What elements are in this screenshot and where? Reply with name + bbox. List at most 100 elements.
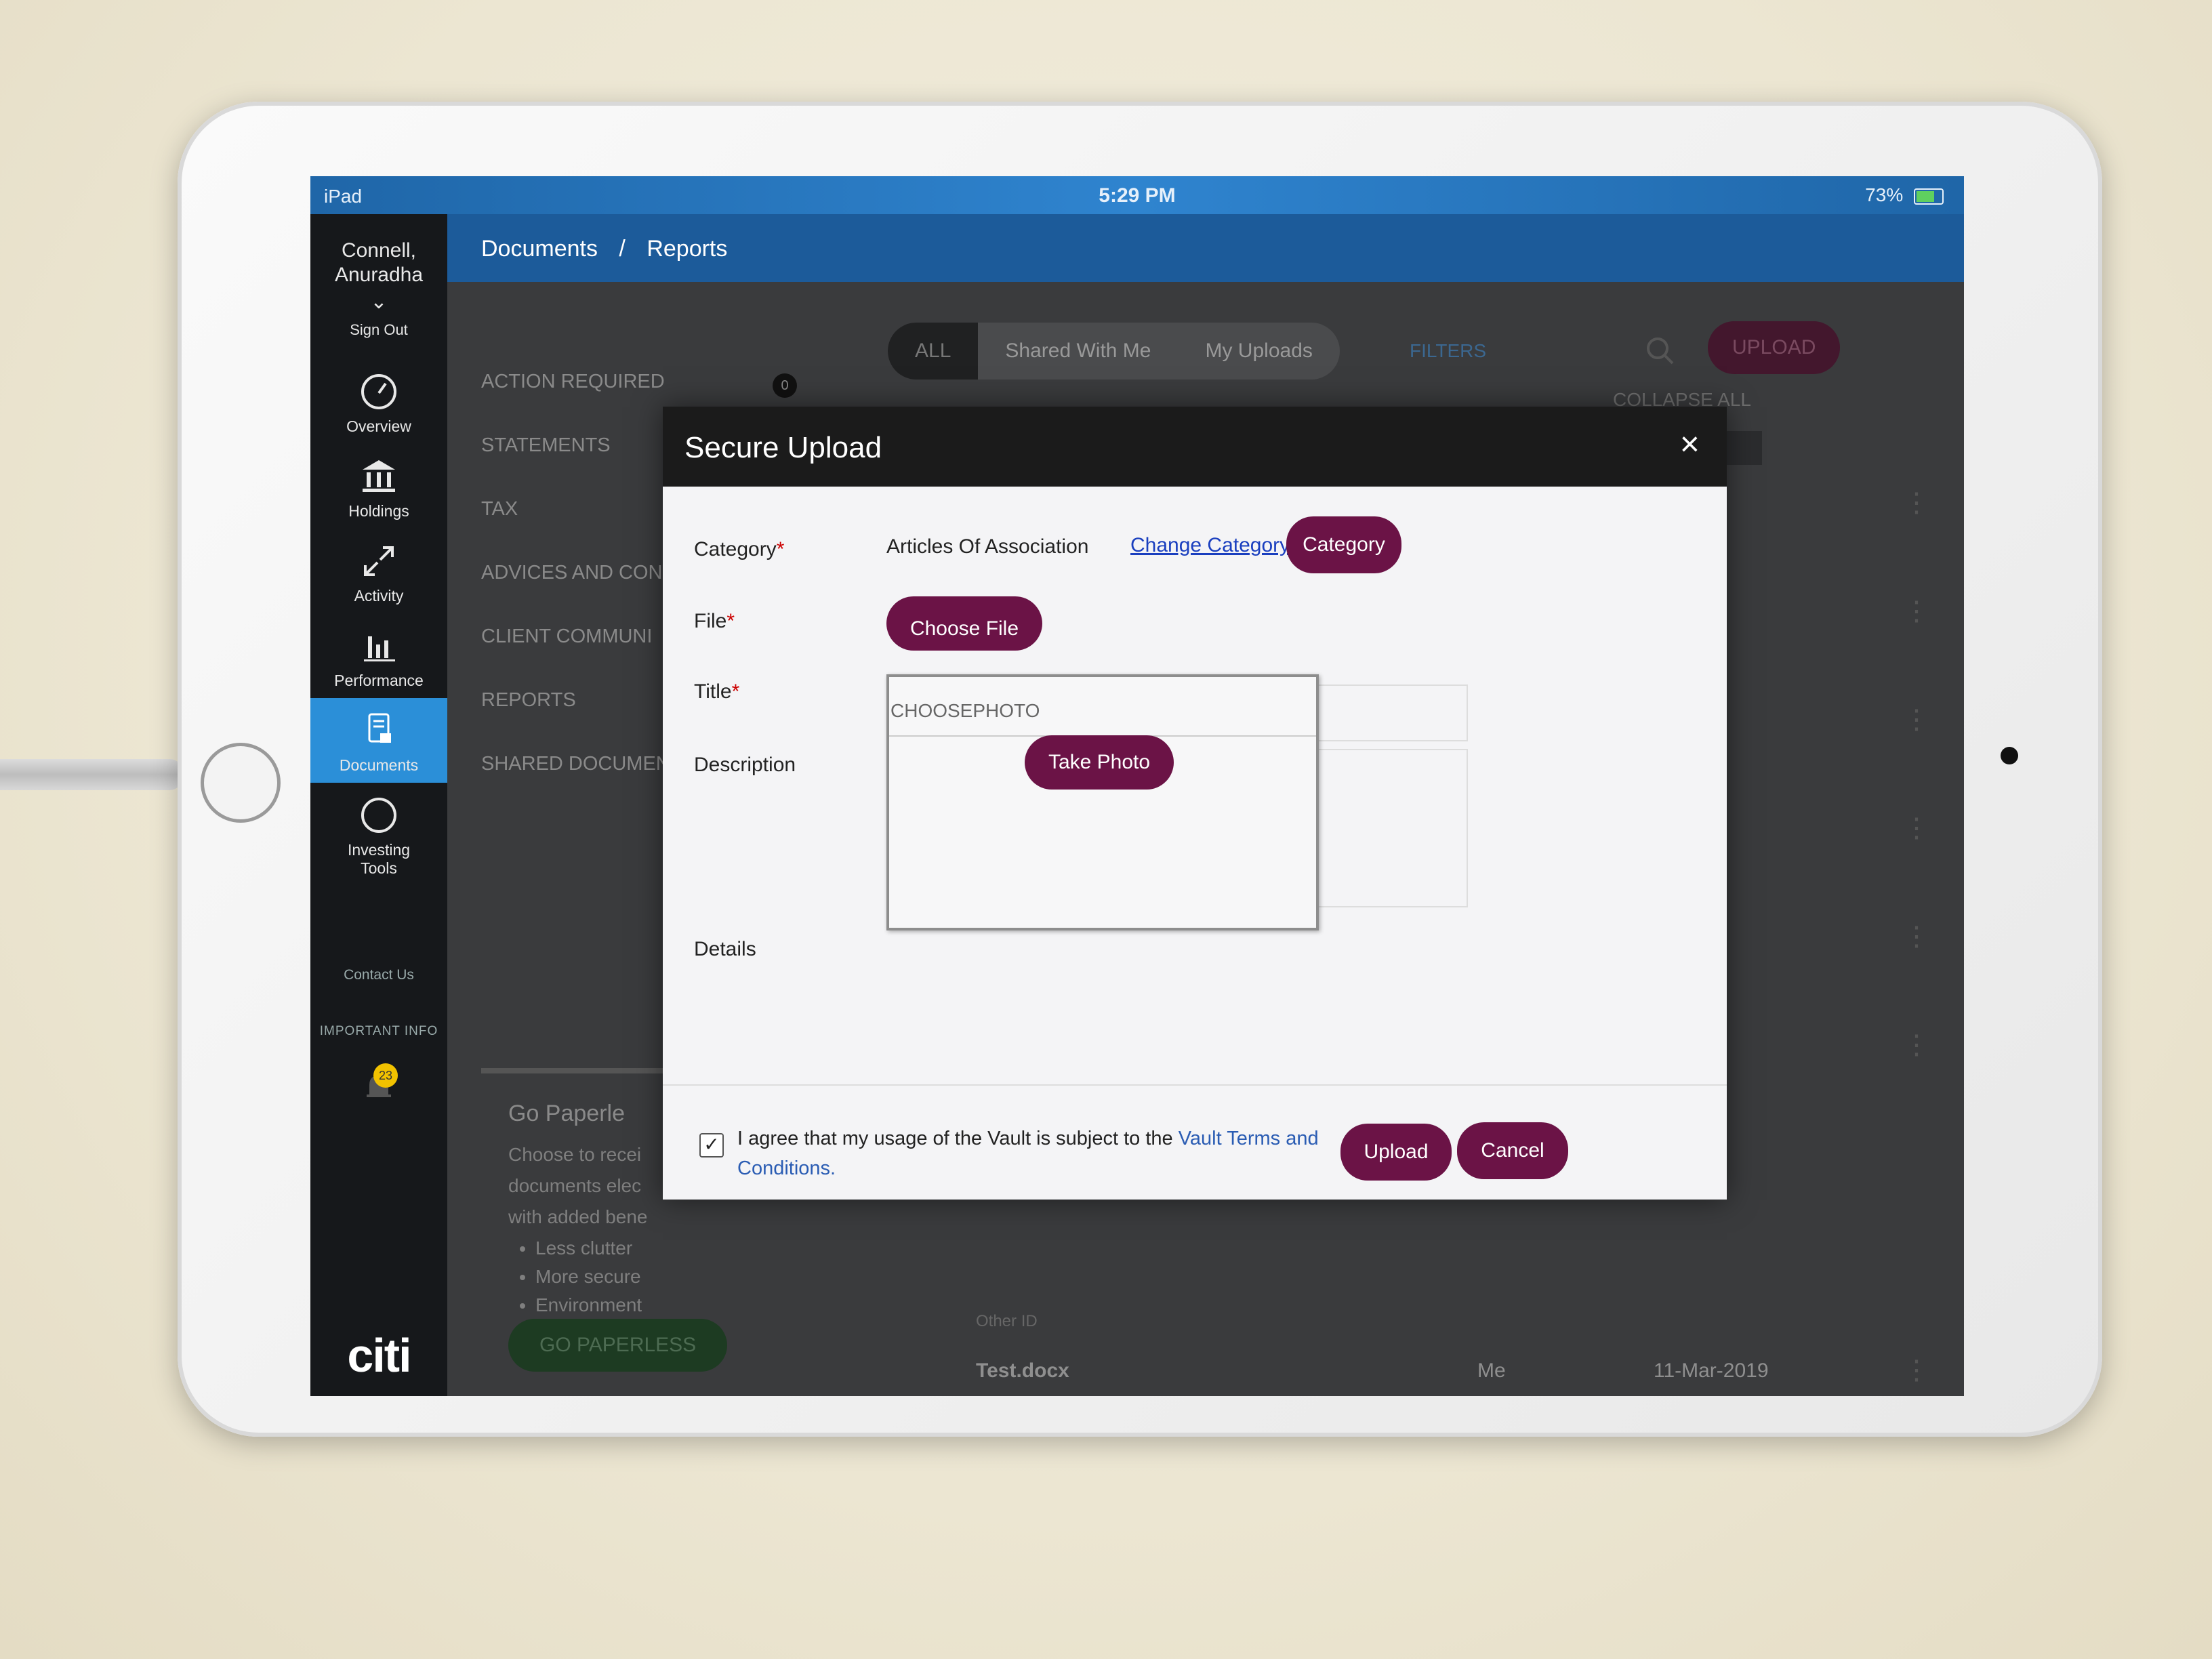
filters-link[interactable]: FILTERS: [1410, 340, 1486, 362]
sidebar-label-holdings: Holdings: [348, 502, 409, 520]
tab-shared-with-me[interactable]: Shared With Me: [978, 323, 1178, 380]
title-label-text: Title: [694, 680, 732, 703]
row-menu-icon[interactable]: ⋮: [1903, 923, 1930, 950]
paperless-benefit: Environment: [535, 1291, 888, 1319]
upload-button[interactable]: Upload: [1340, 1124, 1452, 1181]
status-bar: iPad 5:29 PM 73%: [310, 176, 1964, 214]
take-photo-button[interactable]: Take Photo: [1025, 735, 1174, 790]
battery-percent: 73%: [1865, 184, 1904, 205]
category-client-communications[interactable]: CLIENT COMMUNI: [481, 605, 670, 668]
document-filename[interactable]: Test.docx: [976, 1359, 1069, 1382]
document-date: 11-Mar-2019: [1654, 1359, 1769, 1382]
bank-icon: [363, 460, 395, 492]
sidebar-item-holdings[interactable]: Holdings: [310, 444, 447, 529]
breadcrumb-separator: /: [619, 236, 626, 262]
camera-icon: [2001, 747, 2018, 764]
notification-badge: 23: [373, 1063, 398, 1088]
close-icon[interactable]: ×: [1680, 424, 1700, 464]
sidebar-item-investing-tools[interactable]: Investing Tools: [310, 783, 447, 886]
category-reports[interactable]: REPORTS: [481, 668, 670, 732]
footer-divider: [663, 1084, 1727, 1086]
choose-photo-label: CHOOSEPHOTO: [890, 700, 1040, 721]
change-category-link[interactable]: Change Category: [1130, 534, 1290, 557]
document-owner: Me: [1477, 1359, 1506, 1382]
sidebar-label-tools: Tools: [361, 859, 397, 877]
screen: iPad 5:29 PM 73% Documents / Reports Con…: [310, 176, 1964, 1396]
terms-text: I agree that my usage of the Vault is su…: [737, 1124, 1334, 1183]
category-label-text: Category: [694, 538, 777, 560]
sidebar-item-performance[interactable]: Performance: [310, 613, 447, 698]
document-sub-id: test111: [976, 1393, 1027, 1396]
sidebar-item-overview[interactable]: Overview: [310, 359, 447, 444]
category-action-required[interactable]: ACTION REQUIRED: [481, 350, 670, 413]
paperless-benefit: Less clutter: [535, 1234, 888, 1263]
breadcrumb-reports: Reports: [647, 236, 728, 262]
details-label: Details: [694, 938, 756, 960]
category-list: ACTION REQUIRED STATEMENTS TAX ADVICES A…: [481, 350, 670, 796]
terms-period: .: [830, 1158, 836, 1179]
paperless-benefits: Less clutter More secure Environment: [535, 1234, 888, 1319]
sign-out-link[interactable]: Sign Out: [310, 321, 447, 339]
go-paperless-button[interactable]: GO PAPERLESS: [508, 1319, 728, 1372]
row-menu-icon[interactable]: ⋮: [1903, 815, 1930, 842]
contact-us-link[interactable]: Contact Us: [310, 967, 447, 983]
category-advices[interactable]: ADVICES AND CON: [481, 541, 670, 605]
other-id-label: Other ID: [976, 1312, 1038, 1330]
battery-status: 73%: [1865, 184, 1944, 206]
file-label: File*: [694, 610, 735, 633]
row-menu-icon[interactable]: ⋮: [1903, 706, 1930, 733]
charging-cable: [0, 759, 183, 790]
category-value: Articles Of Association: [886, 535, 1089, 558]
battery-icon: [1914, 188, 1944, 205]
sidebar-item-activity[interactable]: Activity: [310, 529, 447, 613]
user-name-first: Anuradha: [334, 264, 424, 286]
chevron-down-icon[interactable]: ⌄: [310, 290, 447, 314]
sidebar: Connell, Anuradha ⌄ Sign Out Overview Ho…: [310, 214, 447, 1396]
choose-photo-popover: CHOOSEPHOTO Take Photo: [886, 674, 1319, 930]
terms-checkbox[interactable]: ✓: [699, 1133, 724, 1158]
tab-my-uploads[interactable]: My Uploads: [1178, 323, 1339, 380]
terms-text-body: I agree that my usage of the Vault is su…: [737, 1128, 1179, 1149]
row-menu-icon[interactable]: ⋮: [1903, 1357, 1930, 1384]
home-button[interactable]: [201, 743, 281, 823]
row-menu-icon[interactable]: ⋮: [1903, 489, 1930, 516]
description-input[interactable]: [1316, 749, 1468, 907]
file-label-text: File: [694, 610, 727, 632]
important-info-link[interactable]: IMPORTANT INFO: [310, 1024, 447, 1039]
required-mark: *: [731, 680, 740, 703]
header-bar: Documents / Reports: [447, 214, 1964, 282]
breadcrumb-documents[interactable]: Documents: [481, 236, 598, 262]
dialog-title: Secure Upload: [684, 431, 882, 464]
title-label: Title*: [694, 680, 739, 703]
required-mark: *: [776, 538, 785, 560]
search-icon[interactable]: [1640, 331, 1681, 371]
category-shared-documents[interactable]: SHARED DOCUMEN: [481, 732, 670, 796]
document-lock-icon: [368, 713, 391, 743]
upload-button-top[interactable]: UPLOAD: [1708, 321, 1841, 374]
category-statements[interactable]: STATEMENTS: [481, 413, 670, 477]
breadcrumb: Documents / Reports: [481, 236, 727, 262]
category-button[interactable]: Category: [1286, 516, 1401, 573]
tab-all[interactable]: ALL: [888, 323, 979, 380]
arrows-icon: [364, 546, 394, 576]
category-tax[interactable]: TAX: [481, 477, 670, 541]
sidebar-label-performance: Performance: [334, 672, 424, 689]
dialog-header: Secure Upload ×: [663, 407, 1727, 487]
sidebar-label-activity: Activity: [354, 587, 404, 605]
notifications-button[interactable]: 23: [359, 1063, 399, 1107]
title-input[interactable]: [1316, 684, 1468, 741]
category-label: Category*: [694, 538, 784, 561]
gauge-icon: [361, 374, 396, 409]
paperless-text-3: with added bene: [508, 1206, 648, 1227]
description-label: Description: [694, 754, 796, 776]
clock: 5:29 PM: [1099, 184, 1176, 207]
sidebar-item-documents[interactable]: Documents: [310, 698, 447, 783]
sidebar-label-overview: Overview: [346, 417, 411, 435]
choose-file-button[interactable]: Choose File: [886, 596, 1042, 651]
user-menu[interactable]: Connell, Anuradha ⌄: [310, 239, 447, 314]
row-menu-icon[interactable]: ⋮: [1903, 598, 1930, 625]
row-menu-icon[interactable]: ⋮: [1903, 1031, 1930, 1059]
user-name-last: Connell,: [341, 239, 417, 262]
cancel-button[interactable]: Cancel: [1457, 1122, 1568, 1179]
action-required-count: 0: [773, 373, 797, 398]
